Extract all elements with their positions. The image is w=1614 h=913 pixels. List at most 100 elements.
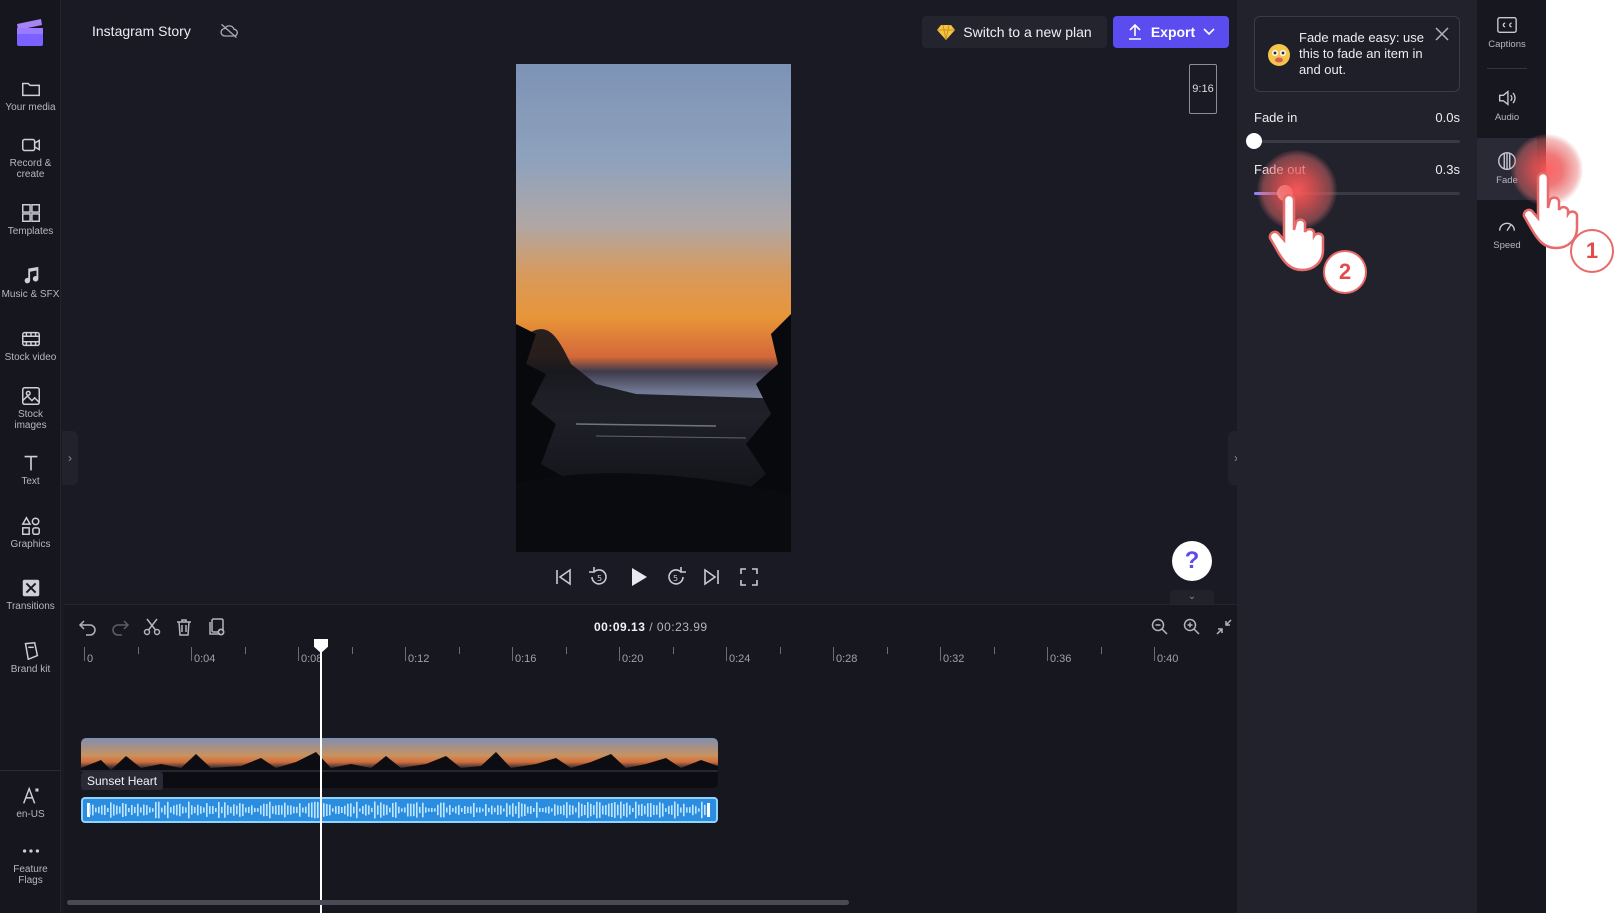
aspect-ratio-button[interactable]: 9:16 <box>1189 64 1217 114</box>
waveform-bar <box>203 807 205 813</box>
waveform-bar <box>500 805 502 815</box>
waveform-bar <box>137 803 139 817</box>
playhead[interactable] <box>320 641 322 913</box>
ruler-minor-tick <box>886 647 888 654</box>
waveform-bar <box>98 806 100 814</box>
play-button[interactable] <box>626 565 650 589</box>
waveform-bar <box>488 807 490 813</box>
question-icon: ? <box>1184 547 1200 574</box>
split-button[interactable] <box>142 617 162 637</box>
skip-back-button[interactable] <box>551 565 575 589</box>
rail-item-captions[interactable]: Captions <box>1477 14 1537 50</box>
waveform-bar <box>353 806 355 814</box>
step-badge-2: 2 <box>1323 250 1367 294</box>
audio-trim-end-handle[interactable] <box>707 803 710 817</box>
export-button[interactable]: Export <box>1113 16 1229 48</box>
switch-plan-button[interactable]: Switch to a new plan <box>922 16 1107 48</box>
timeline-ruler[interactable]: 0 0:04 0:08 0:12 0:16 0:20 0:24 0:28 0:32 0:36 0:4… <box>84 647 1234 671</box>
waveform-bar <box>152 808 154 812</box>
waveform-bar <box>338 805 340 815</box>
sidebar-item-stock-video[interactable]: Stock video <box>0 328 61 363</box>
audio-clip[interactable] <box>81 797 718 823</box>
sidebar-item-transitions[interactable]: Transitions <box>0 577 61 612</box>
zoom-in-button[interactable] <box>1182 617 1202 637</box>
waveform-bar <box>365 804 367 816</box>
waveform-bar <box>704 804 706 816</box>
waveform-bar <box>398 806 400 814</box>
brand-kit-icon <box>24 641 38 661</box>
waveform-bar <box>107 807 109 813</box>
expand-left-panel-button[interactable]: › <box>62 431 78 485</box>
sidebar-item-graphics[interactable]: Graphics <box>0 515 61 550</box>
ruler-label: 0:32 <box>943 653 965 665</box>
redo-button[interactable] <box>110 617 130 637</box>
waveform-bar <box>302 807 304 813</box>
skip-forward-button[interactable] <box>700 565 724 589</box>
waveform-bar <box>692 804 694 816</box>
diamond-icon <box>937 24 956 40</box>
delete-button[interactable] <box>174 617 194 637</box>
waveform-bar <box>236 805 238 815</box>
waveform-bar <box>386 805 388 815</box>
tooltip-text: Fade made easy: use this to fade an item… <box>1299 30 1425 77</box>
sidebar-item-label: Stock video <box>4 352 57 363</box>
waveform-bar <box>509 805 511 815</box>
fade-tooltip-card: Fade made easy: use this to fade an item… <box>1254 16 1460 92</box>
rail-item-audio[interactable]: Audio <box>1477 87 1537 123</box>
waveform-bar <box>311 802 313 818</box>
fade-in-slider[interactable] <box>1246 133 1460 149</box>
sidebar-item-music-sfx[interactable]: Music & SFX <box>0 265 61 300</box>
chevron-right-icon: › <box>68 451 72 465</box>
waveform-bar <box>359 808 361 812</box>
sidebar-item-label: en-US <box>16 809 45 820</box>
waveform-bar <box>176 804 178 816</box>
sidebar-item-text[interactable]: Text <box>0 452 61 487</box>
waveform-bar <box>518 801 520 819</box>
fit-timeline-button[interactable] <box>1214 617 1234 637</box>
close-icon[interactable] <box>1435 27 1449 41</box>
waveform-bar <box>668 805 670 815</box>
waveform-bar <box>170 807 172 813</box>
video-clip[interactable] <box>81 738 718 788</box>
waveform-bar <box>167 801 169 819</box>
speed-icon <box>1498 222 1516 231</box>
sidebar-item-brand-kit[interactable]: Brand kit <box>0 640 61 675</box>
sidebar-item-label: Stock images <box>14 409 47 431</box>
waveform-bar <box>179 803 181 817</box>
rewind-5-button[interactable]: 5 <box>587 565 611 589</box>
waveform-bar <box>590 803 592 817</box>
project-title[interactable]: Instagram Story <box>92 23 191 39</box>
collapse-preview-button[interactable]: ⌄ <box>1170 590 1214 604</box>
waveform-bar <box>611 802 613 818</box>
waveform-bar <box>674 801 676 819</box>
language-icon <box>22 786 39 804</box>
sidebar-item-stock-images[interactable]: Stock images <box>0 385 61 431</box>
zoom-out-button[interactable] <box>1150 617 1170 637</box>
shapes-icon <box>20 516 40 535</box>
waveform-bar <box>245 807 247 813</box>
fade-in-slider-thumb[interactable] <box>1246 133 1262 149</box>
waveform-bar <box>635 801 637 819</box>
timeline-scrollbar[interactable] <box>67 900 849 905</box>
duplicate-button[interactable] <box>206 617 226 637</box>
sidebar-item-your-media[interactable]: Your media <box>0 78 61 113</box>
waveform-bar <box>458 805 460 815</box>
waveform-bar <box>194 806 196 814</box>
waveform-bar <box>272 806 274 814</box>
sidebar-item-templates[interactable]: Templates <box>0 202 61 237</box>
video-preview[interactable] <box>516 64 791 552</box>
waveform-bar <box>512 803 514 817</box>
step-badge-1: 1 <box>1570 229 1614 273</box>
waveform-bar <box>470 806 472 814</box>
sidebar-item-feature-flags[interactable]: Feature Flags <box>0 840 61 886</box>
app-logo-icon[interactable] <box>14 16 46 48</box>
fullscreen-button[interactable] <box>737 565 761 589</box>
help-button[interactable]: ? <box>1172 541 1212 581</box>
forward-5-button[interactable]: 5 <box>664 565 688 589</box>
undo-button[interactable] <box>78 617 98 637</box>
sidebar-item-label: Brand kit <box>10 664 51 675</box>
sidebar-item-language[interactable]: en-US <box>0 785 61 820</box>
waveform-bar <box>464 806 466 814</box>
ruler-minor-tick <box>351 647 353 654</box>
sidebar-item-record-create[interactable]: Record & create <box>0 134 61 180</box>
